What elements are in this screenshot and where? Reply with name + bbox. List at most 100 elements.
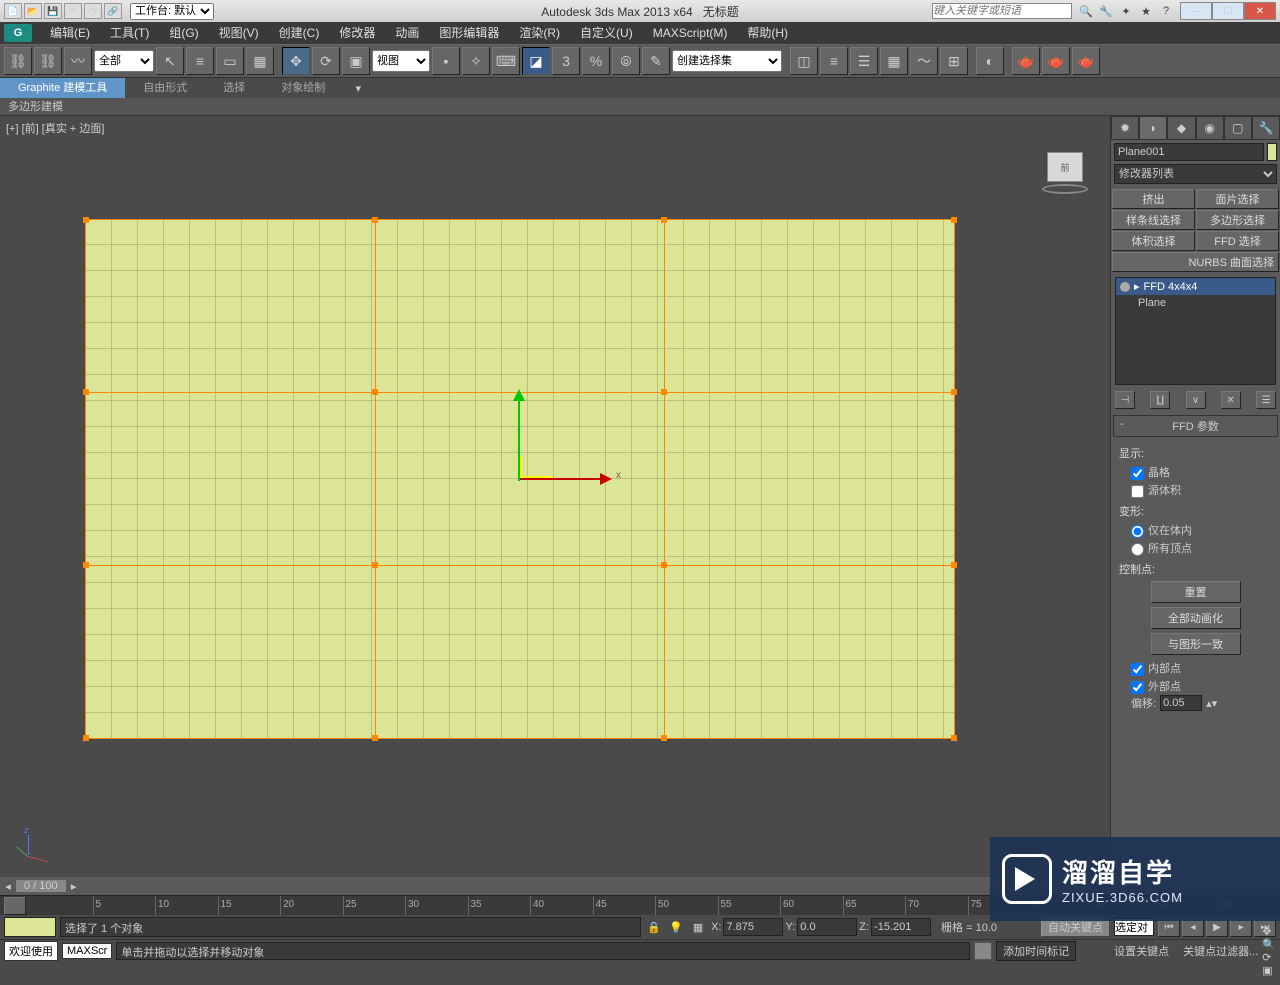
exchange-icon[interactable]: ✦ (1118, 3, 1134, 19)
z-coord-input[interactable] (871, 918, 931, 936)
layer-manager-icon[interactable]: ☰ (850, 47, 878, 75)
animate-all-button[interactable]: 全部动画化 (1151, 607, 1241, 629)
next-frame-icon[interactable]: ▸ (66, 880, 82, 893)
undo-icon[interactable]: ↶ (64, 3, 82, 19)
menu-help[interactable]: 帮助(H) (737, 22, 798, 44)
menu-customize[interactable]: 自定义(U) (570, 22, 643, 44)
save-icon[interactable]: 💾 (44, 3, 62, 19)
prev-frame-icon[interactable]: ◂ (0, 880, 16, 893)
manipulate-icon[interactable]: ✧ (462, 47, 490, 75)
rotate-icon[interactable]: ⟳ (312, 47, 340, 75)
create-tab-icon[interactable]: ✹ (1111, 116, 1139, 140)
graphite-toggle-icon[interactable]: ▦ (880, 47, 908, 75)
object-name-input[interactable] (1114, 143, 1264, 161)
poly-select-button[interactable]: 多边形选择 (1196, 210, 1279, 230)
show-end-result-icon[interactable]: ∐ (1150, 391, 1170, 409)
patch-select-button[interactable]: 面片选择 (1196, 189, 1279, 209)
app-menu-icon[interactable]: G (4, 24, 32, 42)
maximize-button[interactable]: ☐ (1212, 2, 1244, 20)
modifier-stack[interactable]: ▸ FFD 4x4x4 Plane (1115, 277, 1276, 385)
edit-named-sel-icon[interactable]: ✎ (642, 47, 670, 75)
menu-views[interactable]: 视图(V) (209, 22, 269, 44)
menu-tools[interactable]: 工具(T) (100, 22, 159, 44)
reset-button[interactable]: 重置 (1151, 581, 1241, 603)
pivot-center-icon[interactable]: ▪ (432, 47, 460, 75)
inside-points-checkbox[interactable]: 内部点 (1119, 659, 1272, 677)
select-by-name-icon[interactable]: ≡ (186, 47, 214, 75)
menu-create[interactable]: 创建(C) (269, 22, 330, 44)
outside-points-checkbox[interactable]: 外部点 (1119, 677, 1272, 695)
angle-snap-icon[interactable]: 3 (552, 47, 580, 75)
star-icon[interactable]: ★ (1138, 3, 1154, 19)
add-time-tag-button[interactable]: 添加时间标记 (996, 941, 1076, 961)
make-unique-icon[interactable]: ∨ (1186, 391, 1206, 409)
offset-spinner[interactable] (1160, 695, 1202, 711)
lattice-checkbox[interactable]: 晶格 (1119, 463, 1272, 481)
in-volume-radio[interactable]: 仅在体内 (1119, 521, 1272, 539)
named-selection-set[interactable]: 创建选择集 (672, 50, 782, 72)
remove-modifier-icon[interactable]: ✕ (1221, 391, 1241, 409)
scale-icon[interactable]: ▣ (342, 47, 370, 75)
link-icon[interactable]: 🔗 (104, 3, 122, 19)
rect-region-icon[interactable]: ▭ (216, 47, 244, 75)
menu-edit[interactable]: 编辑(E) (40, 22, 100, 44)
help-icon[interactable]: ? (1158, 3, 1174, 19)
align-icon[interactable]: ≡ (820, 47, 848, 75)
modify-tab-icon[interactable]: ◗ (1139, 116, 1167, 140)
y-coord-input[interactable] (797, 918, 857, 936)
motion-tab-icon[interactable]: ◉ (1196, 116, 1224, 140)
modifier-list-dropdown[interactable]: 修改器列表 (1114, 164, 1277, 184)
display-tab-icon[interactable]: ▢ (1224, 116, 1252, 140)
bulb-icon[interactable] (1120, 282, 1130, 292)
schematic-view-icon[interactable]: ⊞ (940, 47, 968, 75)
object-color-swatch[interactable] (1267, 143, 1277, 161)
lock-selection-icon[interactable]: 🔒 (645, 921, 663, 934)
nurbs-select-button[interactable]: NURBS 曲面选择 (1112, 252, 1279, 272)
help-search[interactable] (932, 3, 1072, 19)
set-key-button[interactable]: 设置关键点 (1114, 943, 1169, 959)
binoculars-icon[interactable]: 🔍 (1078, 3, 1094, 19)
zoom-icon[interactable]: 🔍 (1262, 938, 1276, 951)
menu-rendering[interactable]: 渲染(R) (509, 22, 570, 44)
move-icon[interactable]: ✥ (282, 47, 310, 75)
pin-stack-icon[interactable]: ⊣ (1115, 391, 1135, 409)
ffd-select-button[interactable]: FFD 选择 (1196, 231, 1279, 251)
render-setup-icon[interactable]: 🫖 (1012, 47, 1040, 75)
conform-button[interactable]: 与图形一致 (1151, 633, 1241, 655)
ffd-rollout-header[interactable]: FFD 参数 (1113, 415, 1278, 437)
workspace-selector[interactable]: 工作台: 默认 (130, 3, 214, 20)
max-viewport-icon[interactable]: ▣ (1262, 964, 1276, 977)
menu-maxscript[interactable]: MAXScript(M) (643, 22, 738, 44)
vol-select-button[interactable]: 体积选择 (1112, 231, 1195, 251)
menu-animation[interactable]: 动画 (385, 22, 429, 44)
key-mode-toggle-icon[interactable] (4, 897, 26, 915)
source-volume-checkbox[interactable]: 源体积 (1119, 481, 1272, 499)
viewcube[interactable]: 前 (1042, 152, 1088, 198)
material-editor-icon[interactable]: ◐ (976, 47, 1004, 75)
pan-icon[interactable]: ✥ (1262, 925, 1276, 938)
menu-group[interactable]: 组(G) (159, 22, 208, 44)
spinner-snap-icon[interactable]: ⦾ (612, 47, 640, 75)
adaptive-degrad-icon[interactable]: ▦ (689, 921, 707, 934)
welcome-label[interactable]: 欢迎使用 (4, 941, 58, 961)
menu-modifiers[interactable]: 修改器 (329, 22, 385, 44)
key-icon[interactable]: 🔧 (1098, 3, 1114, 19)
x-coord-input[interactable] (723, 918, 783, 936)
tab-selection[interactable]: 选择 (205, 78, 263, 98)
spinner-arrows-icon[interactable]: ▴▾ (1206, 697, 1217, 710)
ribbon-collapse-icon[interactable]: ▾ (349, 82, 367, 95)
tab-graphite[interactable]: Graphite 建模工具 (0, 78, 125, 98)
gizmo-plane-handle[interactable] (520, 456, 552, 478)
configure-sets-icon[interactable]: ☰ (1256, 391, 1276, 409)
unlink-icon[interactable]: ⛓ (34, 47, 62, 75)
snap-toggle-icon[interactable]: ◪ (522, 47, 550, 75)
key-filters-button[interactable]: 关键点过滤器... (1183, 943, 1258, 959)
new-icon[interactable]: 📄 (4, 3, 22, 19)
curve-editor-icon[interactable]: 〜 (910, 47, 938, 75)
percent-snap-icon[interactable]: % (582, 47, 610, 75)
menu-grapheditors[interactable]: 图形编辑器 (429, 22, 509, 44)
window-crossing-icon[interactable]: ▦ (246, 47, 274, 75)
close-button[interactable]: ✕ (1244, 2, 1276, 20)
ref-coord-system[interactable]: 视图 (372, 50, 430, 72)
keyboard-shortcut-icon[interactable]: ⌨ (492, 47, 520, 75)
